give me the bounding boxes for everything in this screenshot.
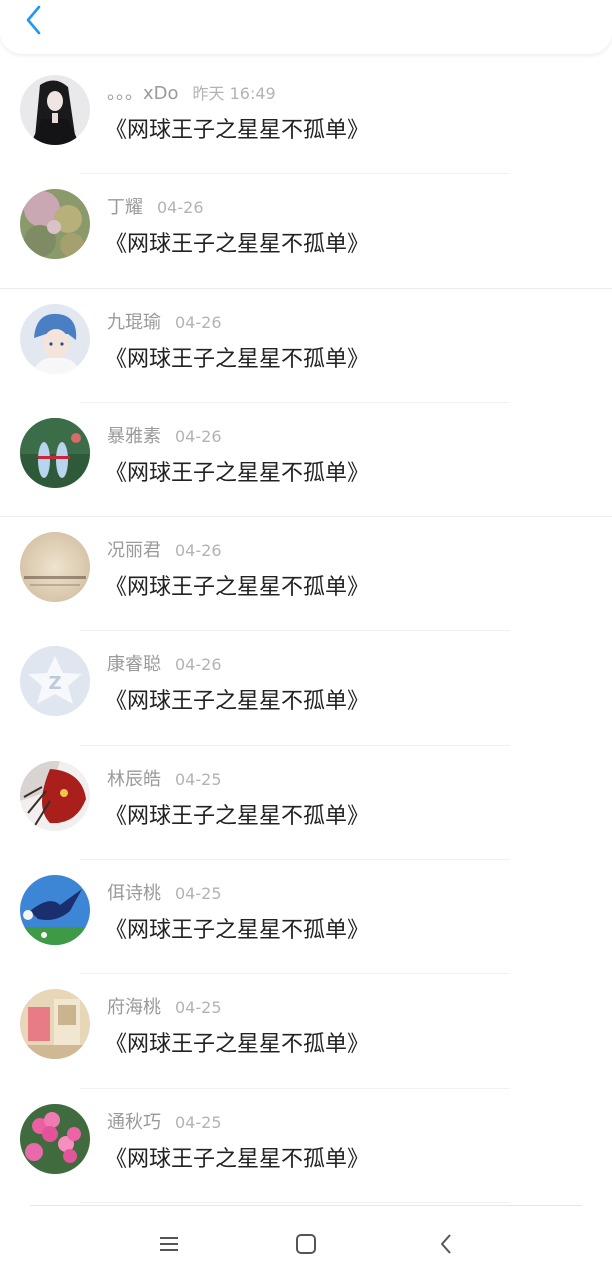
message-time: 04-26 — [175, 312, 222, 332]
sender-name: 康睿聪 — [107, 654, 161, 676]
sender-name: 府海桃 — [107, 997, 161, 1019]
sender-line: 况丽君 04-26 — [107, 536, 222, 562]
message-time: 04-25 — [175, 1112, 222, 1132]
avatar[interactable] — [20, 1103, 90, 1174]
message-preview: 《网球王子之星星不孤单》 — [105, 1032, 370, 1058]
message-preview: 《网球王子之星星不孤单》 — [105, 689, 370, 715]
avatar[interactable] — [20, 532, 90, 603]
list-item[interactable]: 丁耀 04-26 《网球王子之星星不孤单》 — [0, 174, 612, 289]
list-item[interactable]: 佴诗桃 04-25 《网球王子之星星不孤单》 — [0, 860, 612, 975]
sender-line: 九琨瑜 04-26 — [107, 308, 222, 334]
message-time: 04-25 — [175, 998, 222, 1018]
sender-name: 况丽君 — [107, 540, 161, 562]
message-time: 04-26 — [175, 541, 222, 561]
message-list: 。。。xDo 昨天 16:49 《网球王子之星星不孤单》 丁耀 04-26 《网球王… — [0, 60, 612, 1203]
sender-line: 丁耀 04-26 — [107, 193, 204, 219]
sender-line: 康睿聪 04-26 — [107, 650, 222, 676]
sender-name: 通秋巧 — [107, 1111, 161, 1133]
avatar[interactable]: Z — [20, 646, 90, 717]
avatar[interactable] — [20, 875, 90, 946]
message-time: 04-26 — [175, 426, 222, 446]
list-item[interactable]: 况丽君 04-26 《网球王子之星星不孤单》 — [0, 517, 612, 632]
sender-name: 暴雅素 — [107, 425, 161, 447]
sender-line: 暴雅素 04-26 — [107, 422, 222, 448]
sender-name: 林辰皓 — [107, 768, 161, 790]
avatar[interactable] — [20, 189, 90, 260]
sender-line: 。。。xDo 昨天 16:49 — [107, 79, 276, 105]
message-preview: 《网球王子之星星不孤单》 — [105, 346, 370, 372]
message-time: 04-26 — [175, 655, 222, 675]
message-time: 04-25 — [175, 769, 222, 789]
list-item[interactable]: 林辰皓 04-25 《网球王子之星星不孤单》 — [0, 746, 612, 861]
home-button[interactable] — [291, 1229, 321, 1259]
sender-line: 佴诗桃 04-25 — [107, 879, 222, 905]
message-preview: 《网球王子之星星不孤单》 — [105, 918, 370, 944]
sender-line: 通秋巧 04-25 — [107, 1108, 222, 1134]
system-nav-bar — [0, 1205, 612, 1280]
message-preview: 《网球王子之星星不孤单》 — [105, 1146, 370, 1172]
message-time: 04-26 — [157, 198, 204, 218]
sender-name: 九琨瑜 — [107, 311, 161, 333]
chevron-left-icon — [26, 5, 41, 35]
avatar[interactable] — [20, 303, 90, 374]
avatar[interactable] — [20, 75, 90, 145]
avatar[interactable] — [20, 760, 90, 831]
message-preview: 《网球王子之星星不孤单》 — [105, 575, 370, 601]
sender-name: 佴诗桃 — [107, 883, 161, 905]
menu-icon — [160, 1237, 178, 1251]
sender-line: 府海桃 04-25 — [107, 993, 222, 1019]
message-preview: 《网球王子之星星不孤单》 — [105, 460, 370, 486]
top-bar — [0, 0, 612, 54]
menu-button[interactable] — [154, 1229, 184, 1259]
message-time: 04-25 — [175, 884, 222, 904]
back-icon — [441, 1234, 451, 1254]
message-preview: 《网球王子之星星不孤单》 — [105, 803, 370, 829]
list-item[interactable]: 通秋巧 04-25 《网球王子之星星不孤单》 — [0, 1089, 612, 1203]
message-preview: 《网球王子之星星不孤单》 — [105, 118, 370, 143]
svg-text:Z: Z — [48, 673, 61, 694]
sender-line: 林辰皓 04-25 — [107, 765, 222, 791]
sender-name: 。。。xDo — [107, 83, 179, 104]
home-icon — [296, 1234, 316, 1254]
avatar[interactable] — [20, 417, 90, 488]
list-item[interactable]: 府海桃 04-25 《网球王子之星星不孤单》 — [0, 974, 612, 1089]
back-nav-button[interactable] — [431, 1229, 461, 1259]
message-preview: 《网球王子之星星不孤单》 — [105, 232, 370, 258]
back-button[interactable] — [18, 3, 50, 37]
list-item[interactable]: Z 康睿聪 04-26 《网球王子之星星不孤单》 — [0, 631, 612, 746]
list-item[interactable]: 。。。xDo 昨天 16:49 《网球王子之星星不孤单》 — [0, 60, 612, 175]
list-item[interactable]: 九琨瑜 04-26 《网球王子之星星不孤单》 — [0, 289, 612, 403]
sender-name: 丁耀 — [107, 197, 143, 219]
list-item[interactable]: 暴雅素 04-26 《网球王子之星星不孤单》 — [0, 403, 612, 518]
nav-divider — [30, 1205, 582, 1206]
message-time: 昨天 16:49 — [192, 84, 276, 103]
divider — [80, 1201, 510, 1203]
avatar[interactable] — [20, 989, 90, 1060]
